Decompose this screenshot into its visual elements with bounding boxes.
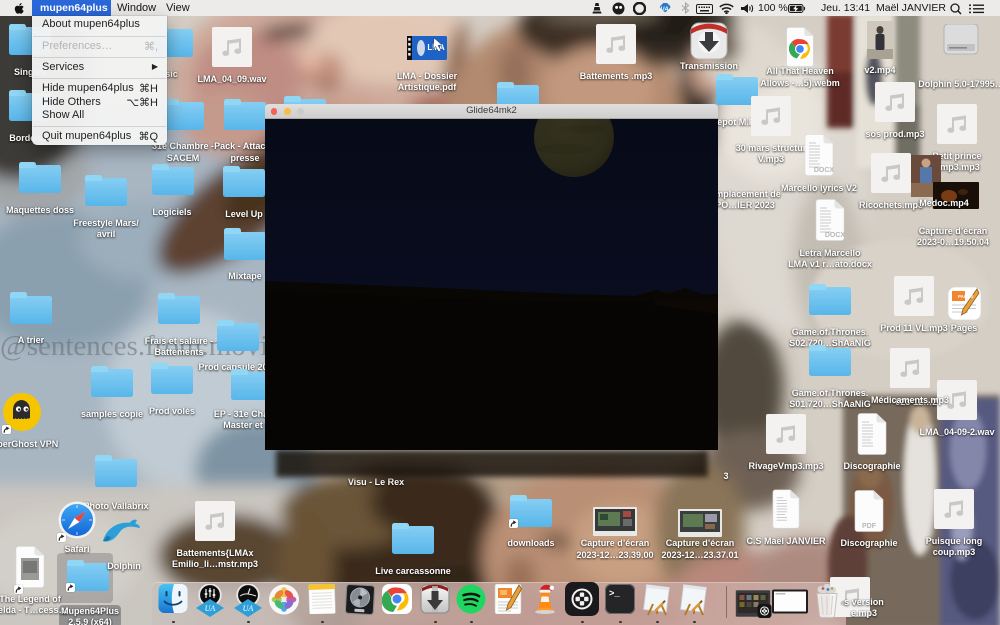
svg-text:UA: UA: [243, 604, 254, 613]
svg-text:PAGES: PAGES: [958, 294, 973, 299]
svg-text:DOCX: DOCX: [825, 232, 845, 239]
svg-text:UA: UA: [205, 604, 216, 613]
svg-text:PDF: PDF: [862, 523, 877, 530]
svg-text:DOCX: DOCX: [814, 167, 834, 174]
svg-text:UA: UA: [661, 6, 669, 12]
svg-text:>_: >_: [609, 589, 620, 599]
